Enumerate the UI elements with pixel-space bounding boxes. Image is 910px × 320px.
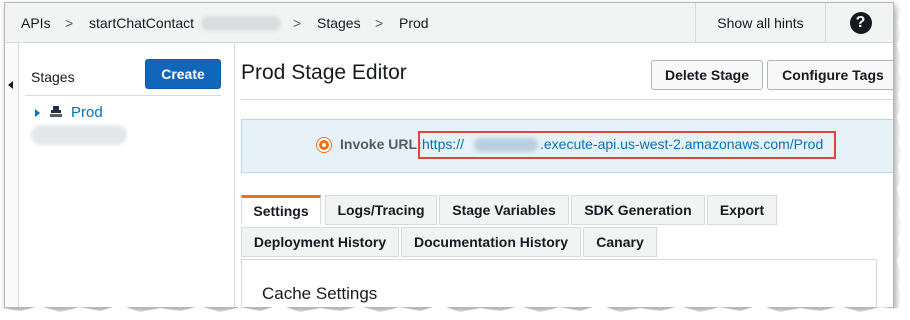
cache-settings-heading: Cache Settings (262, 284, 378, 303)
sidebar-item-prod[interactable]: Prod (71, 104, 103, 121)
tab-settings[interactable]: Settings (241, 195, 321, 225)
caret-right-icon[interactable] (35, 109, 40, 117)
delete-stage-label: Delete Stage (664, 67, 750, 83)
redacted-item (31, 125, 127, 145)
tab-label: Logs/Tracing (337, 202, 425, 218)
breadcrumb-separator: > (375, 15, 384, 31)
tab-export[interactable]: Export (707, 195, 777, 225)
invoke-url-label: Invoke URL: (340, 136, 422, 152)
breadcrumb-apis[interactable]: APIs (21, 15, 51, 31)
page-title: Prod Stage Editor (241, 61, 407, 84)
breadcrumb-separator: > (293, 15, 302, 31)
radio-indicator-icon (317, 138, 331, 152)
sidebar-collapse-rail[interactable] (5, 43, 19, 307)
invoke-url-link[interactable]: https:// (422, 136, 464, 152)
torn-edge-bottom (0, 305, 910, 320)
help-button[interactable]: ? (825, 3, 893, 43)
tab-stage-variables[interactable]: Stage Variables (439, 195, 569, 225)
tab-deployment-history[interactable]: Deployment History (241, 227, 399, 257)
help-glyph: ? (855, 14, 866, 31)
configure-tags-button[interactable]: Configure Tags (767, 60, 893, 90)
show-all-hints-label: Show all hints (717, 15, 804, 31)
breadcrumb: APIs > startChatContact > Stages > Prod … (5, 3, 893, 43)
delete-stage-button[interactable]: Delete Stage (651, 60, 763, 90)
tab-label: Settings (253, 203, 309, 219)
app-window: APIs > startChatContact > Stages > Prod … (4, 2, 894, 308)
question-circle-icon: ? (849, 12, 872, 34)
torn-edge-right (897, 0, 910, 320)
divider (25, 95, 221, 96)
breadcrumb-current: Prod (399, 15, 429, 31)
stages-sidebar: Stages Create Prod (19, 43, 235, 307)
stage-icon (50, 106, 62, 117)
invoke-url-panel: Invoke URL: https:// .execute-api.us-wes… (241, 119, 893, 173)
tab-label: Export (719, 202, 765, 218)
tab-label: SDK Generation (584, 202, 692, 218)
tab-label: Stage Variables (452, 202, 556, 218)
stages-heading: Stages (31, 69, 75, 85)
redacted-url-id (474, 138, 538, 152)
caret-left-icon (8, 81, 13, 89)
configure-tags-label: Configure Tags (782, 67, 884, 83)
breadcrumb-api-name[interactable]: startChatContact (89, 15, 194, 31)
redacted-api-id (201, 16, 281, 31)
tab-logs-tracing[interactable]: Logs/Tracing (325, 195, 437, 225)
invoke-url-link-suffix[interactable]: .execute-api.us-west-2.amazonaws.com/Pro… (540, 136, 823, 152)
tab-canary[interactable]: Canary (583, 227, 657, 257)
settings-panel: Cache Settings (241, 259, 877, 307)
tab-sdk-generation[interactable]: SDK Generation (571, 195, 705, 225)
breadcrumb-stages[interactable]: Stages (317, 15, 361, 31)
divider (241, 99, 893, 100)
tab-documentation-history[interactable]: Documentation History (401, 227, 581, 257)
create-stage-button[interactable]: Create (145, 59, 221, 89)
tab-label: Deployment History (253, 234, 387, 250)
tab-label: Canary (596, 234, 644, 250)
show-all-hints-button[interactable]: Show all hints (695, 3, 825, 43)
breadcrumb-separator: > (65, 15, 74, 31)
create-label: Create (161, 66, 205, 82)
tab-label: Documentation History (413, 234, 568, 250)
